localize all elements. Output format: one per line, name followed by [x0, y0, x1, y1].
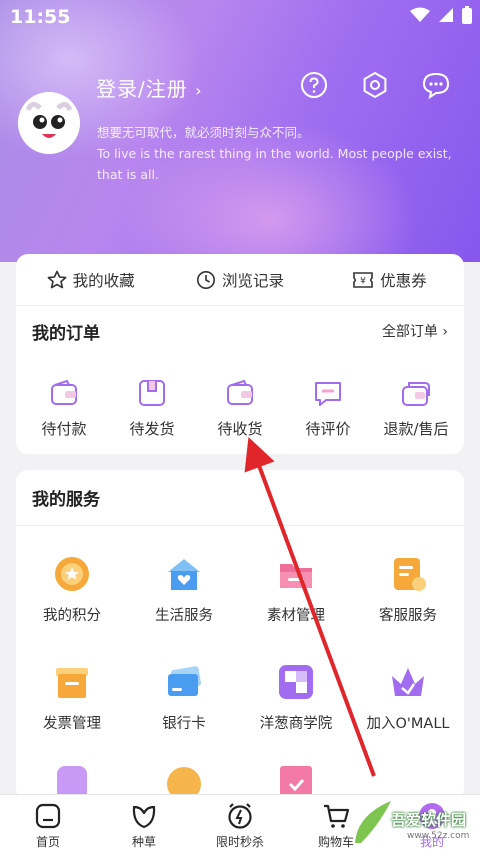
- chevron-right-icon: ›: [195, 81, 203, 100]
- bank-card-icon: [168, 666, 202, 696]
- service-invoice[interactable]: 发票管理: [16, 640, 128, 748]
- folder-icon: [280, 564, 312, 588]
- service-label: 加入O'MALL: [366, 716, 450, 732]
- comment-icon: [315, 382, 341, 406]
- order-pending-receipt[interactable]: 待收货: [196, 356, 284, 439]
- home-icon: [35, 803, 61, 829]
- refund-icon: [402, 382, 430, 406]
- order-status-row: 待付款 待发货 待收货 待评价 退款/售后: [16, 356, 464, 439]
- tab-discover[interactable]: 种草: [96, 795, 192, 853]
- help-icon[interactable]: [300, 71, 328, 99]
- profile-header: 11:55 登录/注册 › 想要无可取代，就必须时刻与众不同。 To live …: [0, 0, 480, 262]
- watermark: 吾爱软件园 www.52z.com: [349, 795, 474, 849]
- order-label: 待付款: [41, 420, 87, 438]
- quick-link-coupons[interactable]: ¥ 优惠券: [315, 269, 464, 291]
- order-refund-aftersales[interactable]: 退款/售后: [372, 356, 460, 439]
- service-label: 生活服务: [155, 608, 213, 624]
- chevron-right-icon: ›: [442, 324, 448, 340]
- section-title: 我的服务: [32, 490, 100, 510]
- login-link[interactable]: 登录/注册 ›: [96, 73, 203, 102]
- services-header: 我的服务: [16, 470, 464, 526]
- quick-link-label: 我的收藏: [72, 271, 135, 290]
- login-label: 登录/注册: [96, 77, 188, 101]
- service-points[interactable]: 我的积分: [16, 532, 128, 640]
- services-card: 我的服务 我的积分 生活服务 素材管理 客服服务 发票管理 银行卡 洋葱商学院 …: [16, 470, 464, 800]
- wifi-icon: [410, 7, 430, 22]
- service-label: 发票管理: [43, 716, 101, 732]
- tab-label: 限时秒杀: [215, 835, 264, 849]
- header-actions: [300, 71, 450, 100]
- wallet-receive-icon: [227, 379, 253, 405]
- watermark-url: www.52z.com: [407, 831, 470, 841]
- home-heart-icon: [168, 559, 200, 590]
- signal-icon: [439, 8, 453, 22]
- all-orders-link[interactable]: 全部订单 ›: [382, 321, 448, 341]
- quick-links: 我的收藏 浏览记录 ¥ 优惠券: [16, 254, 464, 306]
- svg-text:¥: ¥: [360, 276, 366, 286]
- quick-link-history[interactable]: 浏览记录: [165, 269, 314, 291]
- leaf-icon: [132, 805, 156, 829]
- order-pending-shipment[interactable]: 待发货: [108, 356, 196, 439]
- service-label: 银行卡: [162, 716, 206, 732]
- services-grid: 我的积分 生活服务 素材管理 客服服务 发票管理 银行卡 洋葱商学院 加入O'M…: [16, 526, 464, 748]
- motto-cn: 想要无可取代，就必须时刻与众不同。: [97, 125, 310, 140]
- tab-flash-sale[interactable]: 限时秒杀: [192, 795, 288, 853]
- status-bar: 11:55: [0, 0, 480, 34]
- order-label: 待发货: [129, 420, 175, 438]
- battery-icon: [462, 6, 472, 24]
- quick-link-favorites[interactable]: 我的收藏: [16, 269, 165, 291]
- service-label: 客服服务: [379, 608, 437, 624]
- order-label: 退款/售后: [383, 420, 449, 438]
- service-bank-card[interactable]: 银行卡: [128, 640, 240, 748]
- orders-card: 我的收藏 浏览记录 ¥ 优惠券 我的订单 全部订单 › 待付款 待发货 待收货: [16, 254, 464, 454]
- all-orders-label: 全部订单: [381, 324, 438, 340]
- service-academy[interactable]: 洋葱商学院: [240, 640, 352, 748]
- avatar-face-icon: [18, 92, 80, 154]
- crown-icon: [392, 668, 424, 696]
- service-join-omall[interactable]: 加入O'MALL: [352, 640, 464, 748]
- watermark-text: 吾爱软件园: [391, 811, 467, 829]
- profile-motto: 想要无可取代，就必须时刻与众不同。 To live is the rarest …: [97, 122, 457, 185]
- service-customer[interactable]: 客服服务: [352, 532, 464, 640]
- order-label: 待评价: [305, 420, 351, 438]
- order-label: 待收货: [217, 420, 263, 438]
- status-time: 11:55: [10, 6, 71, 28]
- star-icon: [47, 270, 67, 288]
- academy-icon: [279, 665, 313, 699]
- tab-label: 种草: [131, 835, 156, 849]
- service-icon: [394, 558, 426, 591]
- box-icon: [139, 380, 165, 406]
- invoice-icon: [56, 668, 88, 698]
- motto-en: To live is the rarest thing in the world…: [97, 146, 452, 182]
- status-icons: [410, 6, 472, 24]
- service-materials[interactable]: 素材管理: [240, 532, 352, 640]
- orders-header: 我的订单 全部订单 ›: [16, 306, 464, 356]
- coupon-icon: ¥: [353, 271, 373, 288]
- tab-home[interactable]: 首页: [0, 795, 96, 853]
- order-pending-payment[interactable]: 待付款: [20, 356, 108, 439]
- quick-link-label: 优惠券: [380, 271, 427, 290]
- settings-icon[interactable]: [361, 71, 389, 99]
- order-pending-review[interactable]: 待评价: [284, 356, 372, 439]
- avatar[interactable]: [18, 92, 80, 154]
- service-label: 我的积分: [43, 608, 101, 624]
- clock-icon: [196, 270, 215, 289]
- cart-icon: [324, 804, 350, 828]
- quick-link-label: 浏览记录: [221, 271, 284, 290]
- wallet-icon: [51, 379, 77, 405]
- service-label: 洋葱商学院: [259, 716, 333, 732]
- message-icon[interactable]: [422, 71, 450, 100]
- tab-label: 首页: [35, 835, 60, 849]
- service-label: 素材管理: [267, 608, 325, 624]
- service-life[interactable]: 生活服务: [128, 532, 240, 640]
- timer-icon: [228, 803, 252, 829]
- points-icon: [55, 557, 89, 591]
- section-title: 我的订单: [32, 323, 100, 344]
